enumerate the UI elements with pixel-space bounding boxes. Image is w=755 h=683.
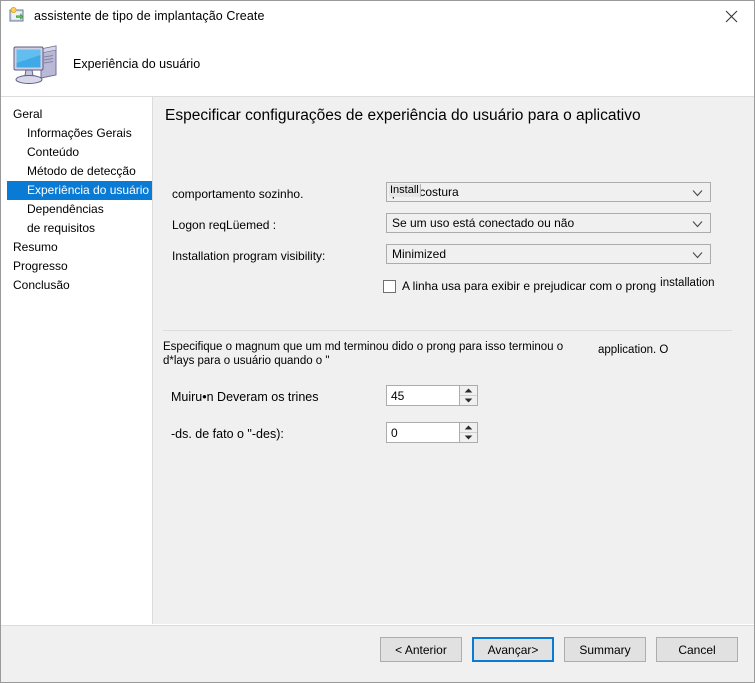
max-runtime-value: 45 — [391, 389, 405, 403]
footer-buttons: < Anterior Avançar> Summary Cancel — [380, 637, 738, 662]
cancel-button[interactable]: Cancel — [656, 637, 738, 662]
field-installation-visibility: Installation program visibility: Minimiz… — [153, 244, 754, 275]
section-divider — [163, 330, 732, 331]
sidebar-item-de-requisitos[interactable]: de requisitos — [1, 219, 152, 238]
stepper-down-icon[interactable] — [460, 395, 477, 405]
logon-requirement-select[interactable]: Se um uso está conectado ou não — [386, 213, 711, 233]
chevron-down-icon — [692, 218, 703, 232]
page-banner: Experiência do usuário — [1, 31, 754, 96]
stepper-up-icon[interactable] — [460, 386, 477, 395]
logon-requirement-label: Logon reqLüemed : — [172, 218, 277, 232]
wizard-nav: Geral Informações Gerais Conteúdo Método… — [1, 96, 153, 682]
field-max-runtime: Muiru•n Deveram os trines 45 — [153, 385, 754, 418]
install-behavior-select[interactable]: para costura — [386, 182, 711, 202]
logon-requirement-value: Se um uso está conectado ou não — [392, 216, 575, 230]
checkbox-label: A linha usa para exibir e prejudicar com… — [402, 279, 657, 293]
field-estimated-install-time: -ds. de fato o "-des): 0 — [153, 422, 754, 455]
sidebar-item-resumo[interactable]: Resumo — [1, 238, 152, 257]
computer-icon — [11, 41, 61, 87]
wizard-icon — [9, 7, 27, 25]
sidebar-item-experiencia-do-usuario[interactable]: Experiência do usuário — [7, 181, 152, 200]
checkbox-label-extra: installation — [660, 277, 715, 289]
previous-button[interactable]: < Anterior — [380, 637, 462, 662]
allow-user-interaction-checkbox[interactable]: A linha usa para exibir e prejudicar com… — [383, 277, 715, 293]
wizard-window: assistente de tipo de implantação Create — [0, 0, 755, 683]
estimated-install-time-value: 0 — [391, 426, 398, 440]
chevron-down-icon — [692, 249, 703, 263]
field-install-behavior: comportamento sozinho. para costura Inst… — [153, 182, 754, 213]
sidebar-item-geral[interactable]: Geral — [1, 105, 152, 124]
summary-button[interactable]: Summary — [564, 637, 646, 662]
sidebar-item-dependencias[interactable]: Dependências — [1, 200, 152, 219]
sidebar-item-metodo-de-deteccao[interactable]: Método de detecção — [1, 162, 152, 181]
sidebar-item-conteudo[interactable]: Conteúdo — [1, 143, 152, 162]
section-description-tail: application. O — [598, 344, 669, 356]
stepper-up-icon[interactable] — [460, 423, 477, 432]
installation-visibility-label: Installation program visibility: — [172, 249, 326, 263]
install-behavior-overlay-text: Install — [389, 184, 421, 197]
estimated-install-time-stepper-buttons[interactable] — [459, 423, 477, 442]
max-runtime-label: Muiru•n Deveram os trines — [171, 390, 319, 404]
window-title: assistente de tipo de implantação Create — [34, 9, 265, 23]
sidebar-item-progresso[interactable]: Progresso — [1, 257, 152, 276]
page-title: Especificar configurações de experiência… — [165, 107, 641, 124]
close-icon[interactable] — [709, 1, 754, 31]
checkbox-box-icon[interactable] — [383, 280, 396, 293]
estimated-install-time-label: -ds. de fato o "-des): — [171, 427, 284, 441]
stepper-down-icon[interactable] — [460, 432, 477, 442]
settings-form: comportamento sozinho. para costura Inst… — [153, 182, 754, 275]
title-bar: assistente de tipo de implantação Create — [1, 1, 754, 31]
next-button[interactable]: Avançar> — [472, 637, 554, 662]
section-description: Especifique o magnum que um md terminou … — [163, 341, 564, 367]
installation-visibility-select[interactable]: Minimized — [386, 244, 711, 264]
sidebar-item-informacoes-gerais[interactable]: Informações Gerais — [1, 124, 152, 143]
footer-bar: < Anterior Avançar> Summary Cancel — [1, 624, 754, 682]
chevron-down-icon — [692, 187, 703, 201]
installation-visibility-value: Minimized — [392, 247, 447, 261]
content-panel: Especificar configurações de experiência… — [153, 96, 754, 682]
field-logon-requirement: Logon reqLüemed : Se um uso está conecta… — [153, 213, 754, 244]
body: Geral Informações Gerais Conteúdo Método… — [1, 96, 754, 682]
footer-divider — [1, 625, 754, 626]
sidebar-item-conclusao[interactable]: Conclusão — [1, 276, 152, 295]
max-runtime-stepper[interactable]: 45 — [386, 385, 478, 406]
install-behavior-label: comportamento sozinho. — [172, 187, 304, 201]
banner-title: Experiência do usuário — [73, 56, 201, 71]
estimated-install-time-stepper[interactable]: 0 — [386, 422, 478, 443]
max-runtime-stepper-buttons[interactable] — [459, 386, 477, 405]
